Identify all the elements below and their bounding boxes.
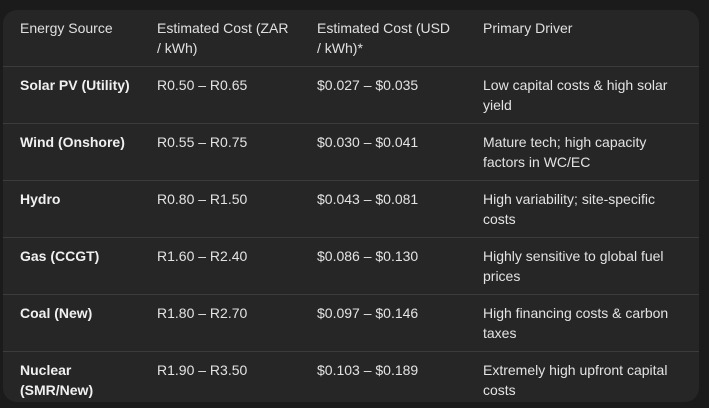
column-header-cost-usd: Estimated Cost (USD / kWh)* [300,10,466,67]
cell-primary-driver: Mature tech; high capacity factors in WC… [466,123,699,181]
energy-cost-table: Energy Source Estimated Cost (ZAR / kWh)… [3,10,699,402]
cell-energy-source: Gas (CCGT) [3,237,140,295]
energy-cost-table-card: Energy Source Estimated Cost (ZAR / kWh)… [3,10,699,402]
header-row: Energy Source Estimated Cost (ZAR / kWh)… [3,10,699,67]
column-header-cost-zar: Estimated Cost (ZAR / kWh) [140,10,300,67]
cell-cost-zar: R1.90 – R3.50 [157,362,248,378]
table-row: Hydro R0.80 – R1.50 $0.043 – $0.081 High… [3,180,699,238]
cell-primary-driver: High financing costs & carbon taxes [466,294,699,352]
cell-cost-usd: $0.086 – $0.130 [300,237,466,295]
table-header: Energy Source Estimated Cost (ZAR / kWh)… [3,10,699,67]
cell-cost-zar: R1.60 – R2.40 [140,237,300,295]
cell-cost-usd: $0.097 – $0.146 [300,294,466,352]
table-row: Nuclear (SMR/New) R1.90 – R3.50 $0.103 –… [3,352,699,403]
cell-primary-driver: Highly sensitive to global fuel prices [466,237,699,295]
cell-primary-driver: High variability; site-specific costs [466,180,699,238]
column-header-primary-driver: Primary Driver [466,10,699,67]
cell-cost-usd: $0.043 – $0.081 [300,180,466,238]
cell-energy-source: Coal (New) [3,294,140,352]
cell-cost-zar: R1.80 – R2.70 [140,294,300,352]
table-row: Solar PV (Utility) R0.50 – R0.65 $0.027 … [3,66,699,124]
cell-cost-usd: $0.030 – $0.041 [300,123,466,181]
cell-primary-driver: Low capital costs & high solar yield [466,66,699,124]
cell-primary-driver: Extremely high upfront capital costs [483,362,668,398]
cell-energy-source: Hydro [3,180,140,238]
cell-cost-usd: $0.027 – $0.035 [300,66,466,124]
cell-cost-zar: R0.50 – R0.65 [140,66,300,124]
table-body: Solar PV (Utility) R0.50 – R0.65 $0.027 … [3,66,699,403]
cell-energy-source: Solar PV (Utility) [3,66,140,124]
table-row: Wind (Onshore) R0.55 – R0.75 $0.030 – $0… [3,123,699,181]
cell-cost-zar: R0.55 – R0.75 [140,123,300,181]
table-row: Gas (CCGT) R1.60 – R2.40 $0.086 – $0.130… [3,237,699,295]
column-header-energy-source: Energy Source [3,10,140,67]
cell-cost-usd: $0.103 – $0.189 [317,362,419,378]
cell-cost-zar: R0.80 – R1.50 [140,180,300,238]
cell-energy-source: Nuclear (SMR/New) [20,362,94,398]
cell-energy-source: Wind (Onshore) [3,123,140,181]
table-row: Coal (New) R1.80 – R2.70 $0.097 – $0.146… [3,294,699,352]
